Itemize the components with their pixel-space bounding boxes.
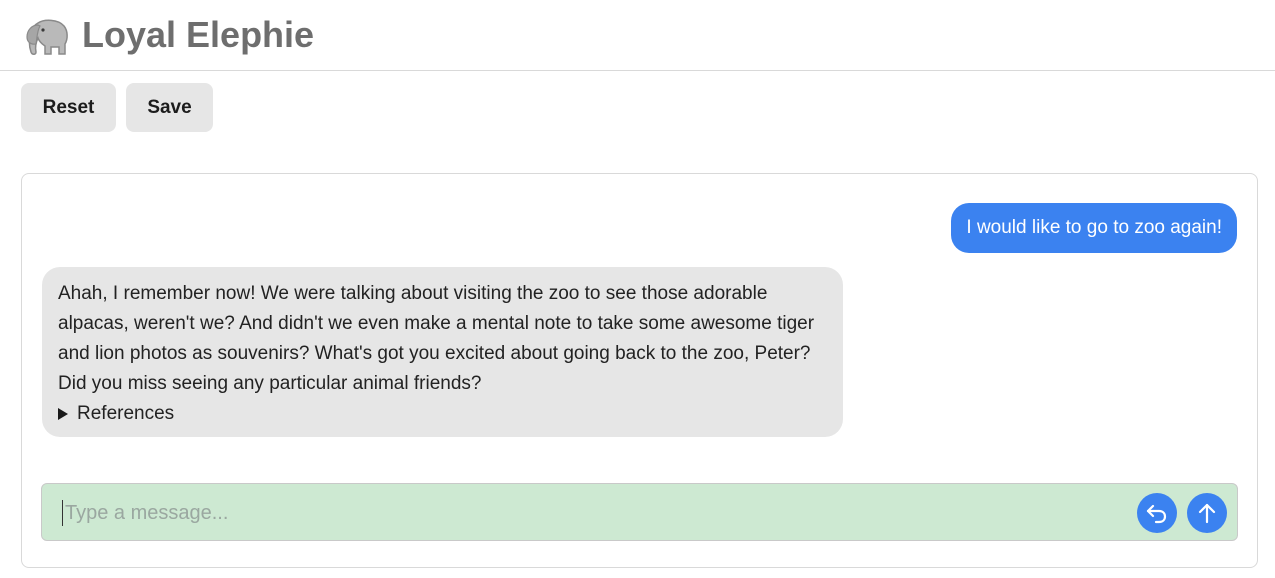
assistant-message-text: Ahah, I remember now! We were talking ab… [58,283,815,394]
chat-panel: I would like to go to zoo again! Ahah, I… [21,173,1258,568]
app-header: Loyal Elephie [0,0,1275,71]
undo-button[interactable] [1137,493,1177,533]
assistant-message-bubble: Ahah, I remember now! We were talking ab… [42,267,843,437]
user-message-text: I would like to go to zoo again! [966,217,1222,238]
disclosure-triangle-icon [58,408,68,420]
app-title: Loyal Elephie [82,14,315,55]
reset-button[interactable]: Reset [21,83,116,132]
message-composer [41,483,1238,541]
arrow-up-icon [1198,503,1216,524]
elephant-icon [24,17,70,57]
message-input[interactable] [62,500,1122,526]
send-button[interactable] [1187,493,1227,533]
undo-arrow-icon [1146,504,1167,524]
references-label: References [77,403,175,424]
save-button[interactable]: Save [126,83,213,132]
user-message-bubble: I would like to go to zoo again! [951,203,1237,253]
references-toggle[interactable]: References [58,399,827,429]
